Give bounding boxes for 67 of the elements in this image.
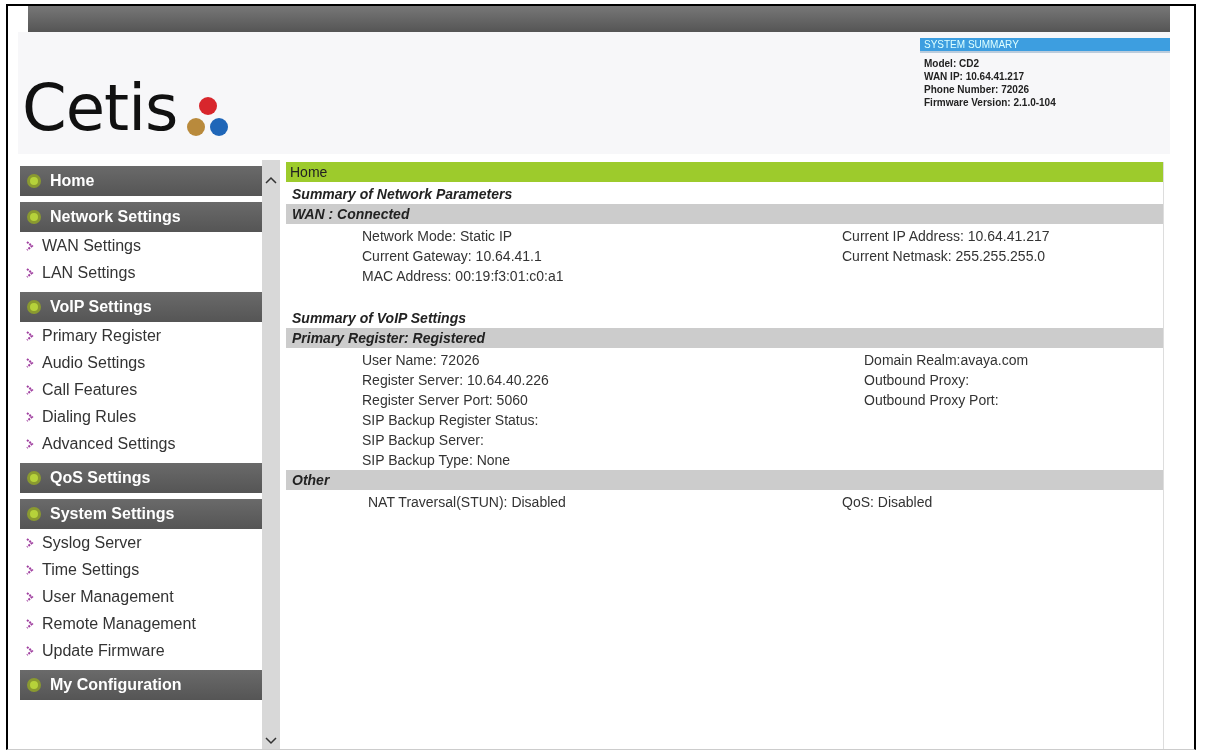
menu-header[interactable]: Home [20, 166, 262, 196]
scrollbar[interactable] [262, 160, 280, 749]
info-text: Current Gateway: 10.64.41.1 [362, 247, 543, 266]
section-title: Summary of VoIP Settings [291, 309, 467, 328]
circle-icon [26, 677, 42, 693]
menu-header[interactable]: VoIP Settings [20, 292, 262, 322]
circle-icon [26, 173, 42, 189]
logo: Cetis [22, 76, 178, 140]
circle-icon [26, 506, 42, 522]
menu-link[interactable]: Advanced Settings [20, 430, 262, 457]
summary-line: WAN IP: 10.64.41.217 [923, 70, 1026, 83]
chevron-icon [26, 240, 34, 251]
circle-icon [26, 470, 42, 486]
menu-header[interactable]: QoS Settings [20, 463, 262, 493]
menu-header[interactable]: System Settings [20, 499, 262, 529]
scroll-up-icon[interactable] [265, 176, 277, 184]
info-text: SIP Backup Register Status: [362, 411, 540, 430]
section-heading: Other [286, 470, 1163, 490]
info-text: Network Mode: Static IP [362, 227, 514, 246]
info-text: Outbound Proxy Port: [864, 391, 1000, 410]
chevron-icon [26, 591, 34, 602]
menu-link[interactable]: Time Settings [20, 556, 262, 583]
chevron-icon [26, 357, 34, 368]
summary-line: Model: CD2 [923, 57, 980, 70]
info-text: Domain Realm:avaya.com [864, 351, 1030, 370]
summary-line: Firmware Version: 2.1.0-104 [923, 96, 1057, 109]
section-heading: Primary Register: Registered [286, 328, 1163, 348]
scroll-down-icon[interactable] [265, 737, 277, 745]
circle-icon [26, 209, 42, 225]
menu-link[interactable]: LAN Settings [20, 259, 262, 286]
info-text: Register Server: 10.64.40.226 [362, 371, 550, 390]
summary-line: Phone Number: 72026 [923, 83, 1031, 96]
chevron-icon [26, 384, 34, 395]
menu-header[interactable]: My Configuration [20, 670, 262, 700]
chevron-icon [26, 438, 34, 449]
chevron-icon [26, 537, 34, 548]
menu-link[interactable]: Primary Register [20, 322, 262, 349]
menu-link[interactable]: Dialing Rules [20, 403, 262, 430]
section-heading: WAN : Connected [286, 204, 1163, 224]
info-text: Current Netmask: 255.255.255.0 [842, 247, 1047, 266]
chevron-icon [26, 330, 34, 341]
menu-link[interactable]: Syslog Server [20, 529, 262, 556]
menu-link[interactable]: WAN Settings [20, 232, 262, 259]
chevron-icon [26, 645, 34, 656]
info-text: Current IP Address: 10.64.41.217 [842, 227, 1051, 246]
section-title: Summary of Network Parameters [291, 185, 514, 204]
info-text: QoS: Disabled [842, 493, 934, 512]
menu-link[interactable]: Call Features [20, 376, 262, 403]
menu-link[interactable]: User Management [20, 583, 262, 610]
menu-link[interactable]: Audio Settings [20, 349, 262, 376]
info-text: NAT Traversal(STUN): Disabled [368, 493, 567, 512]
info-text: User Name: 72026 [362, 351, 481, 370]
chevron-icon [26, 618, 34, 629]
menu-link[interactable]: Update Firmware [20, 637, 262, 664]
chevron-icon [26, 267, 34, 278]
info-text: Register Server Port: 5060 [362, 391, 529, 410]
info-text: SIP Backup Type: None [362, 451, 512, 470]
info-text: SIP Backup Server: [362, 431, 485, 450]
page-title: Home [286, 162, 1163, 182]
circle-icon [26, 299, 42, 315]
chevron-icon [26, 411, 34, 422]
info-text: MAC Address: 00:19:f3:01:c0:a1 [362, 267, 565, 286]
menu-link[interactable]: Remote Management [20, 610, 262, 637]
menu-header[interactable]: Network Settings [20, 202, 262, 232]
summary-title: SYSTEM SUMMARY [920, 38, 1170, 53]
chevron-icon [26, 564, 34, 575]
info-text: Outbound Proxy: [864, 371, 971, 390]
